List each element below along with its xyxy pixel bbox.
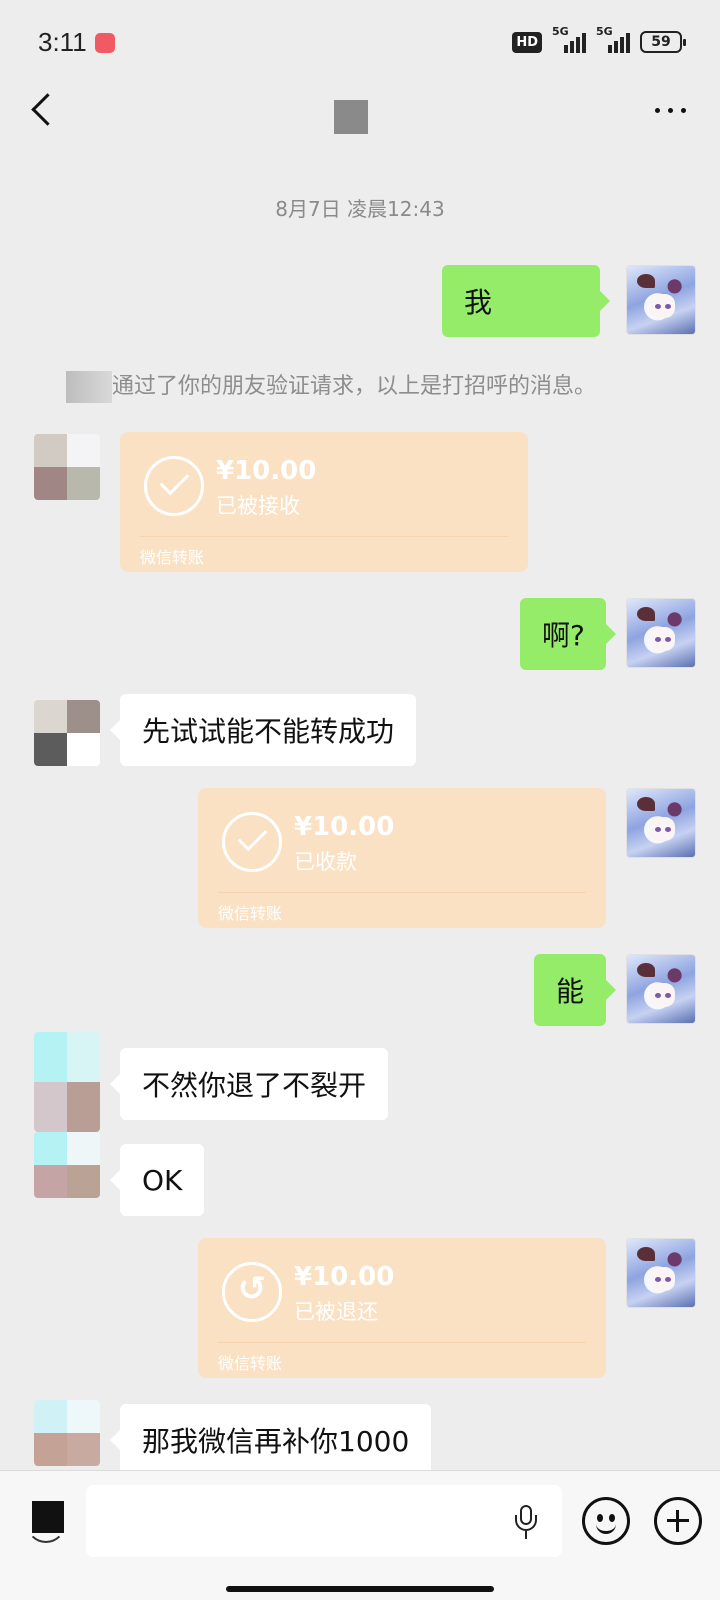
clock: 3:11 [38,26,87,57]
contact-avatar[interactable] [34,1132,100,1198]
transfer-status: 已收款 [294,850,357,874]
message-bubble-incoming[interactable]: 先试试能不能转成功 [109,694,417,766]
signal-icon: 5G [596,25,630,53]
message-bubble-outgoing[interactable]: 我 [442,265,610,337]
contact-avatar[interactable] [34,434,100,500]
message-text: 不然你退了不裂开 [142,1069,367,1102]
my-avatar[interactable] [626,1238,696,1308]
my-avatar[interactable] [626,954,696,1024]
contact-name-redacted [334,100,368,134]
message-text: 我 [464,286,493,319]
contact-avatar[interactable] [34,1032,100,1132]
transfer-amount: ¥10.00 [216,456,317,486]
redacted-name [66,371,112,403]
input-bar [0,1470,720,1600]
transfer-card[interactable]: ¥10.00 已被接收 微信转账 [120,432,528,572]
message-text: 先试试能不能转成功 [142,715,395,748]
microphone-icon[interactable] [515,1505,537,1539]
message-text: 啊? [542,619,585,652]
chat-header [0,84,720,154]
transfer-brand: 微信转账 [218,904,283,923]
home-indicator[interactable] [226,1586,494,1592]
my-avatar[interactable] [626,598,696,668]
contact-avatar[interactable] [34,700,100,766]
transfer-brand: 微信转账 [218,1354,283,1373]
message-bubble-incoming[interactable]: OK [109,1144,205,1216]
plus-icon[interactable] [654,1497,702,1545]
hd-badge: HD [512,31,542,53]
check-circle-icon [222,812,282,872]
transfer-status: 已被接收 [216,494,300,518]
message-text: OK [142,1163,183,1197]
message-bubble-incoming[interactable]: 不然你退了不裂开 [109,1048,389,1120]
check-circle-icon [144,456,204,516]
transfer-status: 已被退还 [294,1300,378,1324]
message-bubble-outgoing[interactable]: 能 [534,954,616,1026]
voice-toggle-icon[interactable] [22,1499,66,1543]
network-label: 5G [552,25,569,38]
message-bubble-incoming[interactable]: 那我微信再补你1000 [109,1404,432,1476]
transfer-amount: ¥10.00 [294,812,395,842]
message-timestamp: 8月7日 凌晨12:43 [275,197,445,221]
transfer-card[interactable]: ¥10.00 已被退还 微信转账 [198,1238,606,1378]
message-text: 能 [555,975,584,1008]
notification-icon [94,33,115,53]
my-avatar[interactable] [626,265,696,335]
transfer-brand: 微信转账 [140,548,205,567]
message-bubble-outgoing[interactable]: 啊? [520,598,616,670]
status-bar: 3:11 HD 5G 5G 59 [0,0,720,84]
emoji-icon[interactable] [582,1497,630,1545]
more-dots-icon[interactable] [650,100,690,120]
my-avatar[interactable] [626,788,696,858]
contact-avatar[interactable] [34,1400,100,1466]
signal-icon: 5G [552,25,586,53]
system-message: 通过了你的朋友验证请求，以上是打招呼的消息。 [66,368,686,403]
transfer-amount: ¥10.00 [294,1262,395,1292]
return-circle-icon [222,1262,282,1322]
status-icons: HD 5G 5G 59 [512,25,686,53]
back-chevron-icon[interactable] [26,92,60,132]
battery-icon: 59 [640,31,686,53]
message-text: 那我微信再补你1000 [142,1425,410,1458]
message-input[interactable] [86,1485,562,1557]
transfer-card[interactable]: ¥10.00 已收款 微信转账 [198,788,606,928]
network-label: 5G [596,25,613,38]
